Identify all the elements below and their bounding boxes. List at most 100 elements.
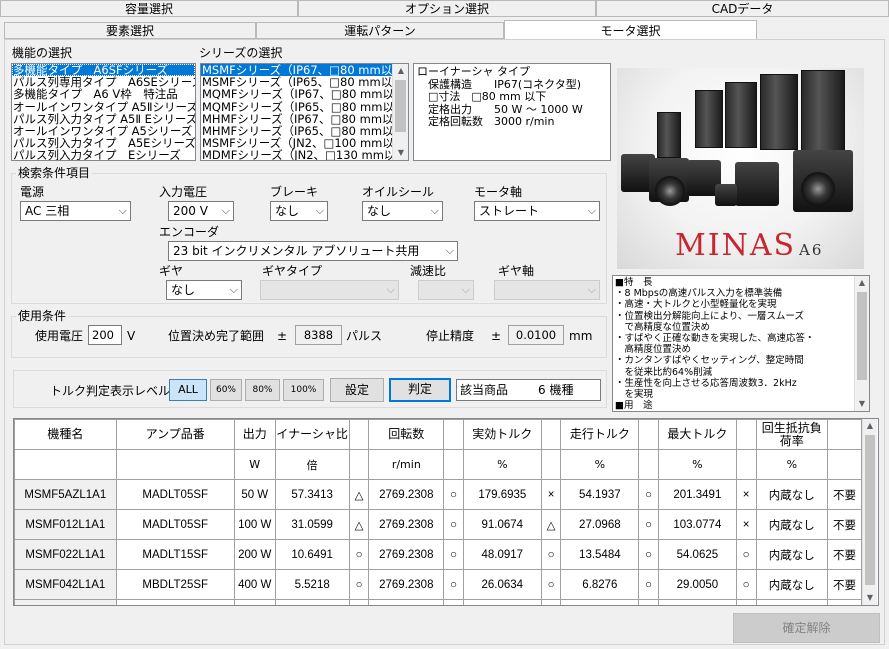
table-row[interactable]: MSMF022L1A1 MADLT15SF 200 W 10.6491 ○ 2769.23… <box>14 539 862 570</box>
row-header-cell[interactable]: MSMF022L1A1 <box>14 539 117 570</box>
table-cell <box>540 599 562 605</box>
tab-option-select[interactable]: オプション選択 <box>298 0 596 17</box>
chevron-down-icon: ⌵ <box>587 204 596 217</box>
grid-scrollbar[interactable]: ▲ ▼ <box>862 419 877 605</box>
positioning-range-label: 位置決め完了範囲 <box>168 329 265 343</box>
scroll-thumb[interactable] <box>395 80 406 132</box>
scroll-thumb[interactable] <box>865 435 875 585</box>
product-photo: MINAS A6 <box>617 68 864 269</box>
function-item[interactable]: オールインワンタイプ A5Ⅱシリーズ <box>12 100 195 112</box>
reduction-ratio-select[interactable]: ⌵ <box>418 280 474 300</box>
level-80-button[interactable]: 80% <box>245 379 280 401</box>
scroll-up-icon[interactable]: ▲ <box>863 419 877 433</box>
brand-logo: MINAS A6 <box>675 228 824 263</box>
row-header-cell[interactable]: MSMF012L1A1 <box>14 509 117 540</box>
encoder-select[interactable]: 23 bit インクリメンタル アブソリュート共用 ⌵ <box>168 241 458 261</box>
positioning-range-input[interactable]: 8388 <box>295 325 342 345</box>
gear-type-label: ギヤタイプ <box>262 264 323 278</box>
gear-type-select[interactable]: ⌵ <box>260 280 399 300</box>
usage-voltage-input[interactable]: 200 <box>88 325 122 345</box>
result-label: 該当商品 <box>460 383 509 397</box>
table-cell: 50 W <box>233 479 276 510</box>
table-cell: 10.6491 <box>274 539 350 570</box>
scroll-thumb[interactable] <box>857 292 867 380</box>
table-cell: ○ <box>638 539 659 570</box>
tab-operation-pattern[interactable]: 運転パターン <box>256 22 504 39</box>
table-cell <box>368 599 445 605</box>
scroll-down-icon[interactable]: ▼ <box>855 397 869 411</box>
chevron-down-icon: ⌵ <box>430 204 439 217</box>
series-info-line: 定格回転数 3000 r/min <box>417 115 555 128</box>
header-cell <box>443 419 464 450</box>
scroll-up-icon[interactable]: ▲ <box>855 276 869 290</box>
scroll-up-icon[interactable]: ▲ <box>393 64 408 78</box>
level-60-button[interactable]: 60% <box>210 379 242 401</box>
chevron-down-icon: ⌵ <box>587 283 596 296</box>
usage-voltage-label: 使用電圧 <box>35 329 84 343</box>
row-header-cell[interactable]: MSMF042L1A1 <box>14 569 117 600</box>
positioning-range-unit: パルス <box>346 329 383 343</box>
stop-accuracy-unit: mm <box>569 329 593 343</box>
header-cell <box>348 419 370 450</box>
results-grid[interactable]: 機種名 アンプ品番 出力 イナーシャ比 回転数 実効トルク 走行トルク 最大トルク 回生抵抗負荷… <box>14 419 862 605</box>
function-item[interactable]: パルス列入力タイプ Eシリーズ <box>12 149 195 160</box>
table-cell: 27.0968 <box>560 509 640 540</box>
series-info-line: □寸法 □80 mm 以下 <box>417 90 547 103</box>
confirm-cancel-button[interactable]: 確定解除 <box>733 613 880 643</box>
table-cell: ○ <box>443 569 464 600</box>
table-cell <box>658 599 737 605</box>
set-button[interactable]: 設定 <box>330 378 384 402</box>
feature-line: ■特 長 <box>615 277 653 288</box>
function-item[interactable]: 多機能タイプ A6 V枠 特注品 <box>12 88 195 100</box>
header-cell <box>348 449 370 480</box>
function-listbox[interactable]: 多機能タイプ A6SFシリーズ パルス列専用タイプ A6SEシリーズ 多機能タイ… <box>11 63 196 161</box>
tab-element-select[interactable]: 要素選択 <box>4 22 256 39</box>
tab-capacity-select[interactable]: 容量選択 <box>0 0 298 17</box>
features-scrollbar[interactable]: ▲ ▼ <box>854 276 869 411</box>
series-item[interactable]: MQMFシリーズ（IP65、□80 mm以下） <box>201 100 408 112</box>
scroll-down-icon[interactable]: ▼ <box>393 146 408 160</box>
power-select[interactable]: AC 三相 ⌵ <box>20 201 131 221</box>
brake-select[interactable]: なし ⌵ <box>270 201 328 221</box>
gear-shaft-select[interactable]: ⌵ <box>494 280 600 300</box>
tab-cad-data[interactable]: CADデータ <box>596 0 889 17</box>
tab-motor-select[interactable]: モータ選択 <box>504 20 757 40</box>
table-cell: ○ <box>735 539 757 570</box>
table-cell: 内蔵なし <box>755 509 829 540</box>
stop-accuracy-input[interactable]: 0.0100 <box>508 325 564 345</box>
series-scrollbar[interactable]: ▲ ▼ <box>392 64 408 160</box>
result-count: 6 機種 <box>538 383 574 397</box>
series-listbox[interactable]: MSMFシリーズ（IP67、□80 mm以下） MSMFシリーズ（IP65、□8… <box>200 63 409 161</box>
table-cell <box>443 599 464 605</box>
scroll-down-icon[interactable]: ▼ <box>863 591 877 605</box>
table-row[interactable]: MSMF012L1A1 MADLT05SF 100 W 31.0599 △ 2769.23… <box>14 509 862 540</box>
level-all-button[interactable]: ALL <box>169 379 207 401</box>
table-cell: 54.0625 <box>658 539 737 570</box>
chevron-down-icon: ⌵ <box>386 283 395 296</box>
table-cell: △ <box>348 509 370 540</box>
oil-seal-select[interactable]: なし ⌵ <box>362 201 443 221</box>
level-100-button[interactable]: 100% <box>283 379 324 401</box>
motor-shaft-select[interactable]: ストレート ⌵ <box>474 201 600 221</box>
feature-line: 高精度位置決め <box>615 344 692 356</box>
gear-select[interactable]: なし ⌵ <box>166 280 242 300</box>
row-header-cell[interactable]: MSMF5AZL1A1 <box>14 479 117 510</box>
feature-line: ・生産性を向上させる応答周波数3．2kHz <box>615 377 797 389</box>
series-info-line: ローイナーシャ タイプ <box>417 65 531 78</box>
table-cell: MADLT05SF <box>115 509 235 540</box>
table-row[interactable]: MSMF5AZL1A1 MADLT05SF 50 W 57.3413 △ 2769.230… <box>14 479 862 510</box>
chevron-down-icon: ⌵ <box>445 244 454 257</box>
series-item[interactable]: MDMFシリーズ（JN2、□130 mm以上 <box>201 149 408 160</box>
header-cell: 機種名 <box>14 419 117 450</box>
chevron-down-icon: ⌵ <box>315 204 324 217</box>
input-voltage-select[interactable]: 200 V ⌵ <box>168 201 234 221</box>
table-cell: ○ <box>443 479 464 510</box>
table-row[interactable]: MSMF042L1A1 MBDLT25SF 400 W 5.5218 ○ 2769.230… <box>14 569 862 600</box>
series-item[interactable]: MQMFシリーズ（IP67、□80 mm以下） <box>201 88 408 100</box>
header-cell: 出力 <box>233 419 276 450</box>
result-box: 該当商品 6 機種 <box>456 379 601 401</box>
table-cell: 不要 <box>827 569 862 600</box>
header-cell: r/min <box>368 449 445 480</box>
judge-button[interactable]: 判定 <box>389 378 451 402</box>
table-cell: △ <box>348 479 370 510</box>
